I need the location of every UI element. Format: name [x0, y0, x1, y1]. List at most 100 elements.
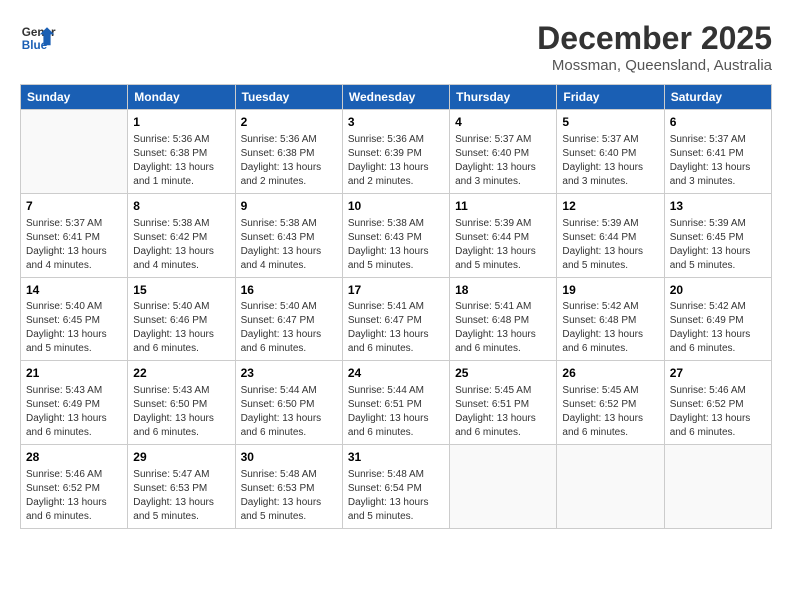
day-number: 30 — [241, 449, 337, 466]
cell-detail-text: Sunrise: 5:46 AM Sunset: 6:52 PM Dayligh… — [670, 384, 766, 440]
day-number: 12 — [562, 198, 658, 215]
day-number: 19 — [562, 282, 658, 299]
calendar-cell: 5 Sunrise: 5:37 AM Sunset: 6:40 PM Daylig… — [557, 110, 664, 194]
cell-detail-text: Sunrise: 5:48 AM Sunset: 6:53 PM Dayligh… — [241, 468, 337, 524]
cell-detail-text: Sunrise: 5:44 AM Sunset: 6:51 PM Dayligh… — [348, 384, 444, 440]
calendar-cell: 12 Sunrise: 5:39 AM Sunset: 6:44 PM Dayli… — [557, 193, 664, 277]
calendar-cell: 3 Sunrise: 5:36 AM Sunset: 6:39 PM Daylig… — [342, 110, 449, 194]
cell-detail-text: Sunrise: 5:48 AM Sunset: 6:54 PM Dayligh… — [348, 468, 444, 524]
calendar-cell: 11 Sunrise: 5:39 AM Sunset: 6:44 PM Dayli… — [450, 193, 557, 277]
weekday-header-row: SundayMondayTuesdayWednesdayThursdayFrid… — [21, 85, 772, 110]
calendar-cell: 2 Sunrise: 5:36 AM Sunset: 6:38 PM Daylig… — [235, 110, 342, 194]
calendar-cell: 6Sunrise: 5:37 AM Sunset: 6:41 PM Daylig… — [664, 110, 771, 194]
day-number: 16 — [241, 282, 337, 299]
weekday-header: Thursday — [450, 85, 557, 110]
weekday-header: Sunday — [21, 85, 128, 110]
day-number: 21 — [26, 365, 122, 382]
calendar-cell: 25Sunrise: 5:45 AM Sunset: 6:51 PM Dayli… — [450, 361, 557, 445]
cell-detail-text: Sunrise: 5:42 AM Sunset: 6:48 PM Dayligh… — [562, 300, 658, 356]
cell-detail-text: Sunrise: 5:36 AM Sunset: 6:39 PM Dayligh… — [348, 133, 444, 189]
calendar-cell: 9 Sunrise: 5:38 AM Sunset: 6:43 PM Daylig… — [235, 193, 342, 277]
calendar-cell: 21Sunrise: 5:43 AM Sunset: 6:49 PM Dayli… — [21, 361, 128, 445]
location-title: Mossman, Queensland, Australia — [537, 57, 772, 74]
day-number: 17 — [348, 282, 444, 299]
cell-detail-text: Sunrise: 5:37 AM Sunset: 6:40 PM Dayligh… — [562, 133, 658, 189]
day-number: 4 — [455, 114, 551, 131]
day-number: 2 — [241, 114, 337, 131]
day-number: 14 — [26, 282, 122, 299]
cell-detail-text: Sunrise: 5:39 AM Sunset: 6:44 PM Dayligh… — [562, 217, 658, 273]
calendar-cell: 28Sunrise: 5:46 AM Sunset: 6:52 PM Dayli… — [21, 445, 128, 529]
logo: General Blue — [20, 20, 60, 56]
cell-detail-text: Sunrise: 5:37 AM Sunset: 6:41 PM Dayligh… — [670, 133, 766, 189]
calendar-cell: 29 Sunrise: 5:47 AM Sunset: 6:53 PM Dayli… — [128, 445, 235, 529]
calendar-cell: 31 Sunrise: 5:48 AM Sunset: 6:54 PM Dayli… — [342, 445, 449, 529]
calendar-cell: 1 Sunrise: 5:36 AM Sunset: 6:38 PM Daylig… — [128, 110, 235, 194]
page-header: General Blue December 2025 Mossman, Quee… — [20, 20, 772, 74]
cell-detail-text: Sunrise: 5:37 AM Sunset: 6:40 PM Dayligh… — [455, 133, 551, 189]
cell-detail-text: Sunrise: 5:38 AM Sunset: 6:43 PM Dayligh… — [241, 217, 337, 273]
calendar-table: SundayMondayTuesdayWednesdayThursdayFrid… — [20, 84, 772, 529]
calendar-cell: 30 Sunrise: 5:48 AM Sunset: 6:53 PM Dayli… — [235, 445, 342, 529]
day-number: 1 — [133, 114, 229, 131]
day-number: 23 — [241, 365, 337, 382]
calendar-cell: 15Sunrise: 5:40 AM Sunset: 6:46 PM Dayli… — [128, 277, 235, 361]
cell-detail-text: Sunrise: 5:38 AM Sunset: 6:42 PM Dayligh… — [133, 217, 229, 273]
day-number: 3 — [348, 114, 444, 131]
day-number: 24 — [348, 365, 444, 382]
calendar-cell — [450, 445, 557, 529]
cell-detail-text: Sunrise: 5:39 AM Sunset: 6:45 PM Dayligh… — [670, 217, 766, 273]
calendar-week-row: 14Sunrise: 5:40 AM Sunset: 6:45 PM Dayli… — [21, 277, 772, 361]
calendar-cell — [664, 445, 771, 529]
cell-detail-text: Sunrise: 5:42 AM Sunset: 6:49 PM Dayligh… — [670, 300, 766, 356]
calendar-cell: 4 Sunrise: 5:37 AM Sunset: 6:40 PM Daylig… — [450, 110, 557, 194]
day-number: 5 — [562, 114, 658, 131]
cell-detail-text: Sunrise: 5:36 AM Sunset: 6:38 PM Dayligh… — [133, 133, 229, 189]
weekday-header: Friday — [557, 85, 664, 110]
day-number: 31 — [348, 449, 444, 466]
calendar-cell: 19Sunrise: 5:42 AM Sunset: 6:48 PM Dayli… — [557, 277, 664, 361]
cell-detail-text: Sunrise: 5:43 AM Sunset: 6:50 PM Dayligh… — [133, 384, 229, 440]
month-title: December 2025 — [537, 20, 772, 57]
calendar-cell — [557, 445, 664, 529]
calendar-cell: 22 Sunrise: 5:43 AM Sunset: 6:50 PM Dayli… — [128, 361, 235, 445]
calendar-cell: 7 Sunrise: 5:37 AM Sunset: 6:41 PM Daylig… — [21, 193, 128, 277]
cell-detail-text: Sunrise: 5:37 AM Sunset: 6:41 PM Dayligh… — [26, 217, 122, 273]
cell-detail-text: Sunrise: 5:41 AM Sunset: 6:47 PM Dayligh… — [348, 300, 444, 356]
calendar-cell: 17Sunrise: 5:41 AM Sunset: 6:47 PM Dayli… — [342, 277, 449, 361]
cell-detail-text: Sunrise: 5:46 AM Sunset: 6:52 PM Dayligh… — [26, 468, 122, 524]
day-number: 22 — [133, 365, 229, 382]
weekday-header: Tuesday — [235, 85, 342, 110]
calendar-cell: 23 Sunrise: 5:44 AM Sunset: 6:50 PM Dayli… — [235, 361, 342, 445]
day-number: 11 — [455, 198, 551, 215]
day-number: 8 — [133, 198, 229, 215]
calendar-cell: 8 Sunrise: 5:38 AM Sunset: 6:42 PM Daylig… — [128, 193, 235, 277]
calendar-cell: 20Sunrise: 5:42 AM Sunset: 6:49 PM Dayli… — [664, 277, 771, 361]
cell-detail-text: Sunrise: 5:40 AM Sunset: 6:45 PM Dayligh… — [26, 300, 122, 356]
title-area: December 2025 Mossman, Queensland, Austr… — [537, 20, 772, 74]
day-number: 9 — [241, 198, 337, 215]
calendar-cell: 24 Sunrise: 5:44 AM Sunset: 6:51 PM Dayli… — [342, 361, 449, 445]
day-number: 18 — [455, 282, 551, 299]
cell-detail-text: Sunrise: 5:39 AM Sunset: 6:44 PM Dayligh… — [455, 217, 551, 273]
cell-detail-text: Sunrise: 5:36 AM Sunset: 6:38 PM Dayligh… — [241, 133, 337, 189]
calendar-cell: 13 Sunrise: 5:39 AM Sunset: 6:45 PM Dayli… — [664, 193, 771, 277]
cell-detail-text: Sunrise: 5:45 AM Sunset: 6:51 PM Dayligh… — [455, 384, 551, 440]
day-number: 29 — [133, 449, 229, 466]
calendar-cell: 26Sunrise: 5:45 AM Sunset: 6:52 PM Dayli… — [557, 361, 664, 445]
calendar-week-row: 1 Sunrise: 5:36 AM Sunset: 6:38 PM Daylig… — [21, 110, 772, 194]
calendar-cell: 18Sunrise: 5:41 AM Sunset: 6:48 PM Dayli… — [450, 277, 557, 361]
day-number: 20 — [670, 282, 766, 299]
cell-detail-text: Sunrise: 5:44 AM Sunset: 6:50 PM Dayligh… — [241, 384, 337, 440]
calendar-cell: 14Sunrise: 5:40 AM Sunset: 6:45 PM Dayli… — [21, 277, 128, 361]
calendar-week-row: 21Sunrise: 5:43 AM Sunset: 6:49 PM Dayli… — [21, 361, 772, 445]
calendar-cell: 16Sunrise: 5:40 AM Sunset: 6:47 PM Dayli… — [235, 277, 342, 361]
weekday-header: Saturday — [664, 85, 771, 110]
cell-detail-text: Sunrise: 5:38 AM Sunset: 6:43 PM Dayligh… — [348, 217, 444, 273]
day-number: 13 — [670, 198, 766, 215]
day-number: 7 — [26, 198, 122, 215]
cell-detail-text: Sunrise: 5:47 AM Sunset: 6:53 PM Dayligh… — [133, 468, 229, 524]
calendar-week-row: 28Sunrise: 5:46 AM Sunset: 6:52 PM Dayli… — [21, 445, 772, 529]
cell-detail-text: Sunrise: 5:41 AM Sunset: 6:48 PM Dayligh… — [455, 300, 551, 356]
cell-detail-text: Sunrise: 5:40 AM Sunset: 6:46 PM Dayligh… — [133, 300, 229, 356]
